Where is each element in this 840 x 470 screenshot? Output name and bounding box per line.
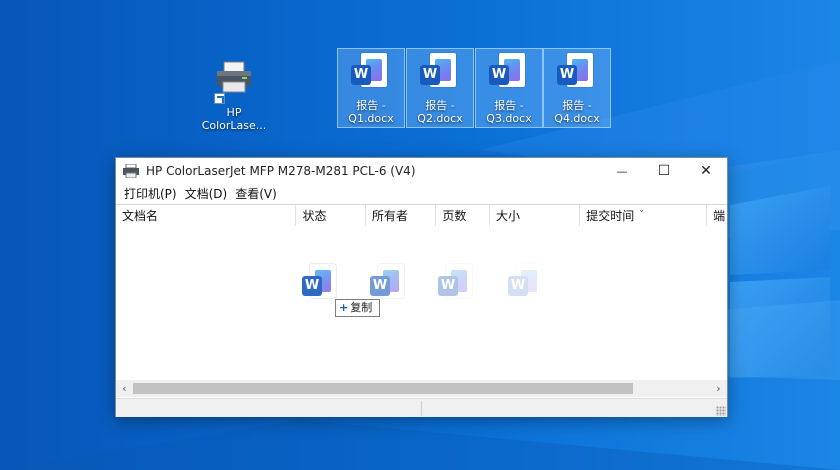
printer-icon [122, 163, 140, 179]
scroll-left-icon[interactable]: ‹ [116, 380, 133, 397]
printer-queue-window[interactable]: HP ColorLaserJet MFP M278-M281 PCL-6 (V4… [115, 157, 728, 417]
desktop-icon-label: HP ColorLase... [201, 106, 267, 132]
drag-copy-label: 复制 [350, 301, 373, 314]
scrollbar-thumb[interactable] [133, 383, 633, 394]
desktop-icon-label: 报告 - Q2.docx [417, 99, 463, 125]
minimize-button[interactable]: — [601, 158, 643, 184]
scroll-right-icon[interactable]: › [710, 380, 727, 397]
window-title: HP ColorLaserJet MFP M278-M281 PCL-6 (V4… [146, 164, 416, 178]
printer-icon [214, 60, 254, 104]
sort-arrow-icon: ⌄ [638, 205, 645, 214]
desktop-icon-label: 报告 - Q4.docx [554, 99, 600, 125]
menu-document[interactable]: 文档(D) [181, 184, 232, 204]
column-header-port[interactable]: 端 [707, 205, 727, 226]
column-header-pages[interactable]: 页数 [436, 205, 490, 226]
word-document-icon: W [489, 53, 529, 97]
plus-icon: + [339, 301, 349, 314]
desktop-icon-label: 报告 - Q1.docx [348, 99, 394, 125]
horizontal-scrollbar[interactable]: ‹ › [116, 380, 727, 397]
column-header-owner[interactable]: 所有者 [366, 205, 437, 226]
desktop-icon-report-q2[interactable]: W 报告 - Q2.docx [406, 48, 474, 128]
desktop-icon-report-q1[interactable]: W 报告 - Q1.docx [337, 48, 405, 128]
word-document-icon: W [351, 53, 391, 97]
status-divider [421, 401, 422, 416]
desktop-icon-printer[interactable]: HP ColorLase... [196, 56, 272, 136]
shortcut-arrow-icon [214, 93, 225, 104]
column-header-document-name[interactable]: 文档名 [116, 205, 297, 226]
resize-grip-icon[interactable] [716, 406, 726, 416]
desktop-icon-report-q3[interactable]: W 报告 - Q3.docx [475, 48, 543, 128]
desktop-icon-label: 报告 - Q3.docx [486, 99, 532, 125]
close-button[interactable]: ✕ [685, 158, 727, 184]
drag-copy-tooltip: + 复制 [335, 299, 380, 317]
drag-ghost-document: W [438, 264, 474, 314]
maximize-button[interactable]: ☐ [643, 158, 685, 184]
desktop-icon-report-q4[interactable]: W 报告 - Q4.docx [543, 48, 611, 128]
word-document-icon: W [420, 53, 460, 97]
print-queue-list[interactable]: W W W W [116, 226, 727, 380]
column-header-submitted[interactable]: 提交时间 ⌄ [580, 205, 708, 226]
column-headers: 文档名 状态 所有者 页数 大小 提交时间 ⌄ 端 [116, 204, 727, 226]
column-header-label: 提交时间 [586, 209, 635, 223]
menu-printer[interactable]: 打印机(P) [120, 184, 181, 204]
title-bar[interactable]: HP ColorLaserJet MFP M278-M281 PCL-6 (V4… [116, 158, 727, 184]
menu-bar: 打印机(P) 文档(D) 查看(V) [116, 184, 727, 204]
status-bar [116, 398, 727, 417]
menu-view[interactable]: 查看(V) [231, 184, 281, 204]
drag-ghost-document: W [302, 264, 338, 314]
drag-ghost-document: W [508, 264, 544, 314]
column-header-status[interactable]: 状态 [296, 205, 366, 226]
column-header-size[interactable]: 大小 [490, 205, 581, 226]
word-document-icon: W [557, 53, 597, 97]
